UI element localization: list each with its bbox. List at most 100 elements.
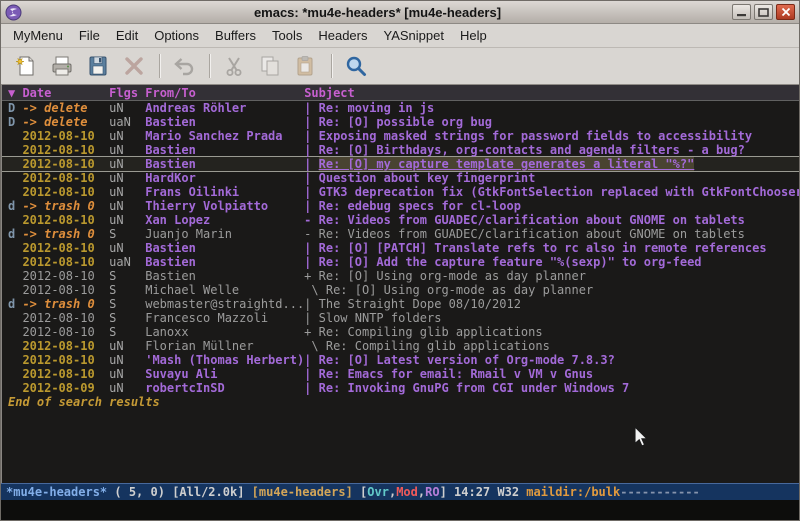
message-row[interactable]: 2012-08-10uN'Mash (Thomas Herbert)| Re: … (2, 353, 799, 367)
thread-indicator: \ (304, 339, 326, 353)
thread-indicator: | (304, 199, 318, 213)
message-subject: Re: [O] Add the capture feature "%(sexp)… (319, 255, 702, 269)
message-from: Bastien (145, 143, 304, 157)
mark-flag (8, 339, 22, 353)
message-row[interactable]: 2012-08-10uNHardKor| Question about key … (2, 171, 799, 185)
message-row[interactable]: 2012-08-09uNrobertcInSD| Re: Invoking Gn… (2, 381, 799, 395)
message-row[interactable]: d-> trash 0uNThierry Volpiatto| Re: edeb… (2, 199, 799, 213)
message-date: -> trash 0 (22, 227, 109, 241)
menu-item-buffers[interactable]: Buffers (207, 25, 264, 46)
thread-indicator: | (304, 101, 318, 115)
save-icon (86, 54, 110, 78)
message-from: Bastien (145, 241, 304, 255)
message-row[interactable]: 2012-08-10uNSuvayu Ali| Re: Emacs for em… (2, 367, 799, 381)
column-header-flags[interactable]: Flgs (109, 85, 145, 100)
message-from: Frans Oilinki (145, 185, 304, 199)
message-row[interactable]: 2012-08-10SLanoxx+ Re: Compiling glib ap… (2, 325, 799, 339)
thread-indicator: + (304, 325, 318, 339)
message-from: Andreas Röhler (145, 101, 304, 115)
message-row[interactable]: d-> trash 0SJuanjo Marin- Re: Videos fro… (2, 227, 799, 241)
message-from: Xan Lopez (145, 213, 304, 227)
maximize-icon (758, 8, 769, 17)
message-subject: Re: Emacs for email: Rmail v VM v Gnus (319, 367, 594, 381)
menubar: MyMenuFileEditOptionsBuffersToolsHeaders… (1, 24, 799, 48)
message-row[interactable]: 2012-08-10uNXan Lopez- Re: Videos from G… (2, 213, 799, 227)
menu-item-headers[interactable]: Headers (310, 25, 375, 46)
close-buffer-button[interactable] (119, 51, 149, 81)
message-row[interactable]: 2012-08-10uNBastien| Re: [O] Birthdays, … (2, 143, 799, 157)
message-row[interactable]: 2012-08-10uNFrans Oilinki| GTK3 deprecat… (2, 185, 799, 199)
window-title: emacs: *mu4e-headers* [mu4e-headers] (26, 5, 729, 20)
message-row[interactable]: D-> deleteuaNBastien| Re: [O] possible o… (2, 115, 799, 129)
menu-item-tools[interactable]: Tools (264, 25, 310, 46)
undo-button[interactable] (169, 51, 199, 81)
message-subject: Re: moving in js (319, 101, 435, 115)
message-subject: Question about key fingerprint (319, 171, 536, 185)
message-date: -> delete (22, 115, 109, 129)
menu-item-yasnippet[interactable]: YASnippet (375, 25, 451, 46)
message-row[interactable]: 2012-08-10uNBastien| Re: [O] [PATCH] Tra… (2, 241, 799, 255)
menu-item-options[interactable]: Options (146, 25, 207, 46)
message-row[interactable]: D-> deleteuNAndreas Röhler| Re: moving i… (2, 101, 799, 115)
column-header-subject[interactable]: Subject (304, 85, 355, 100)
column-header-date[interactable]: ▼ Date (8, 85, 109, 100)
search-button[interactable] (341, 51, 371, 81)
thread-indicator: | (304, 353, 318, 367)
copy-button[interactable] (255, 51, 285, 81)
message-date: 2012-08-10 (22, 283, 109, 297)
thread-indicator: | (304, 381, 318, 395)
message-subject: Exposing masked strings for password fie… (319, 129, 752, 143)
mark-flag (8, 353, 22, 367)
message-subject: The Straight Dope 08/10/2012 (319, 297, 521, 311)
mark-flag (8, 213, 22, 227)
save-button[interactable] (83, 51, 113, 81)
message-subject: Re: [O] my capture template generates a … (319, 157, 695, 171)
minibuffer[interactable] (1, 500, 799, 520)
paste-button[interactable] (291, 51, 321, 81)
thread-indicator: | (304, 115, 318, 129)
message-date: 2012-08-10 (22, 143, 109, 157)
thread-indicator: | (304, 143, 318, 157)
menu-item-mymenu[interactable]: MyMenu (5, 25, 71, 46)
message-flags: uN (109, 213, 145, 227)
message-row[interactable]: 2012-08-10SFrancesco Mazzoli| Slow NNTP … (2, 311, 799, 325)
message-flags: S (109, 311, 145, 325)
menu-item-file[interactable]: File (71, 25, 108, 46)
minimize-button[interactable] (732, 4, 751, 20)
mark-flag: d (8, 227, 22, 241)
message-row[interactable]: 2012-08-10SBastien+ Re: [O] Using org-mo… (2, 269, 799, 283)
message-list: D-> deleteuNAndreas Röhler| Re: moving i… (2, 101, 799, 395)
undo-icon (172, 54, 196, 78)
message-from: webmaster@straightd... (145, 297, 304, 311)
thread-indicator: \ (304, 283, 326, 297)
message-from: robertcInSD (145, 381, 304, 395)
toolbar-separator (331, 54, 333, 78)
message-row[interactable]: 2012-08-10uNBastien| Re: [O] my capture … (2, 157, 799, 171)
menu-item-help[interactable]: Help (452, 25, 495, 46)
message-from: HardKor (145, 171, 304, 185)
cut-button[interactable] (219, 51, 249, 81)
message-flags: uaN (109, 255, 145, 269)
message-row[interactable]: d-> trash 0Swebmaster@straightd...| The … (2, 297, 799, 311)
close-button[interactable] (776, 4, 795, 20)
new-file-button[interactable] (11, 51, 41, 81)
column-header-from[interactable]: From/To (145, 85, 304, 100)
message-flags: uN (109, 353, 145, 367)
maximize-button[interactable] (754, 4, 773, 20)
thread-indicator: | (304, 157, 318, 171)
menu-item-edit[interactable]: Edit (108, 25, 146, 46)
mouse-cursor (634, 426, 648, 447)
message-from: Francesco Mazzoli (145, 311, 304, 325)
message-row[interactable]: 2012-08-10uNMario Sanchez Prada| Exposin… (2, 129, 799, 143)
message-row[interactable]: 2012-08-10uNFlorian Müllner \ Re: Compil… (2, 339, 799, 353)
print-button[interactable] (47, 51, 77, 81)
message-row[interactable]: 2012-08-10SMichael Welle \ Re: [O] Using… (2, 283, 799, 297)
thread-indicator: | (304, 367, 318, 381)
end-of-results-message: End of search results (2, 395, 799, 409)
message-subject: Re: Videos from GUADEC/clarification abo… (319, 213, 745, 227)
message-date: 2012-08-10 (22, 367, 109, 381)
thread-indicator: | (304, 171, 318, 185)
message-row[interactable]: 2012-08-10uaNBastien| Re: [O] Add the ca… (2, 255, 799, 269)
emacs-icon (5, 4, 22, 21)
message-flags: S (109, 325, 145, 339)
